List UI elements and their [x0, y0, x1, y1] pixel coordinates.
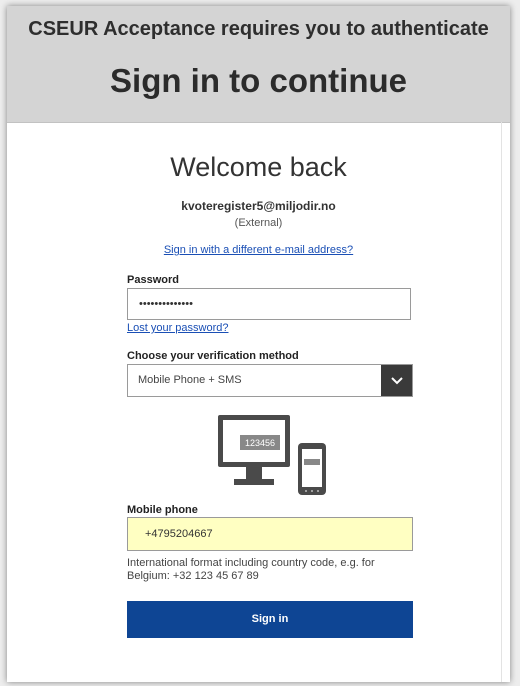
- monitor-phone-icon: 123456: [218, 415, 326, 495]
- dropdown-toggle-button[interactable]: [381, 365, 412, 396]
- mobile-format-hint: International format including country c…: [127, 557, 375, 582]
- chevron-down-icon: [390, 376, 403, 384]
- welcome-heading: Welcome back: [170, 152, 347, 182]
- auth-required-text: CSEUR Acceptance requires you to authent…: [28, 18, 489, 40]
- mobile-phone-input[interactable]: +4795204667: [127, 517, 413, 551]
- password-label: Password: [127, 274, 179, 286]
- sign-in-button[interactable]: Sign in: [127, 601, 413, 638]
- verification-label: Choose your verification method: [127, 350, 299, 362]
- sms-device-illustration: 123456: [216, 413, 328, 503]
- account-email: kvoteregister5@miljodir.no: [181, 199, 336, 213]
- verification-selected-value: Mobile Phone + SMS: [138, 374, 242, 386]
- different-email-link[interactable]: Sign in with a different e-mail address?: [7, 244, 510, 256]
- login-window: CSEUR Acceptance requires you to authent…: [7, 6, 510, 682]
- device-code-text: 123456: [245, 438, 275, 448]
- page-title: Sign in to continue: [110, 62, 407, 99]
- account-type: (External): [234, 217, 283, 229]
- mobile-label: Mobile phone: [127, 504, 198, 516]
- password-input[interactable]: ••••••••••••••: [127, 288, 411, 320]
- header-banner: CSEUR Acceptance requires you to authent…: [7, 6, 510, 123]
- lost-password-link[interactable]: Lost your password?: [127, 322, 229, 334]
- verification-method-select[interactable]: Mobile Phone + SMS: [127, 364, 413, 397]
